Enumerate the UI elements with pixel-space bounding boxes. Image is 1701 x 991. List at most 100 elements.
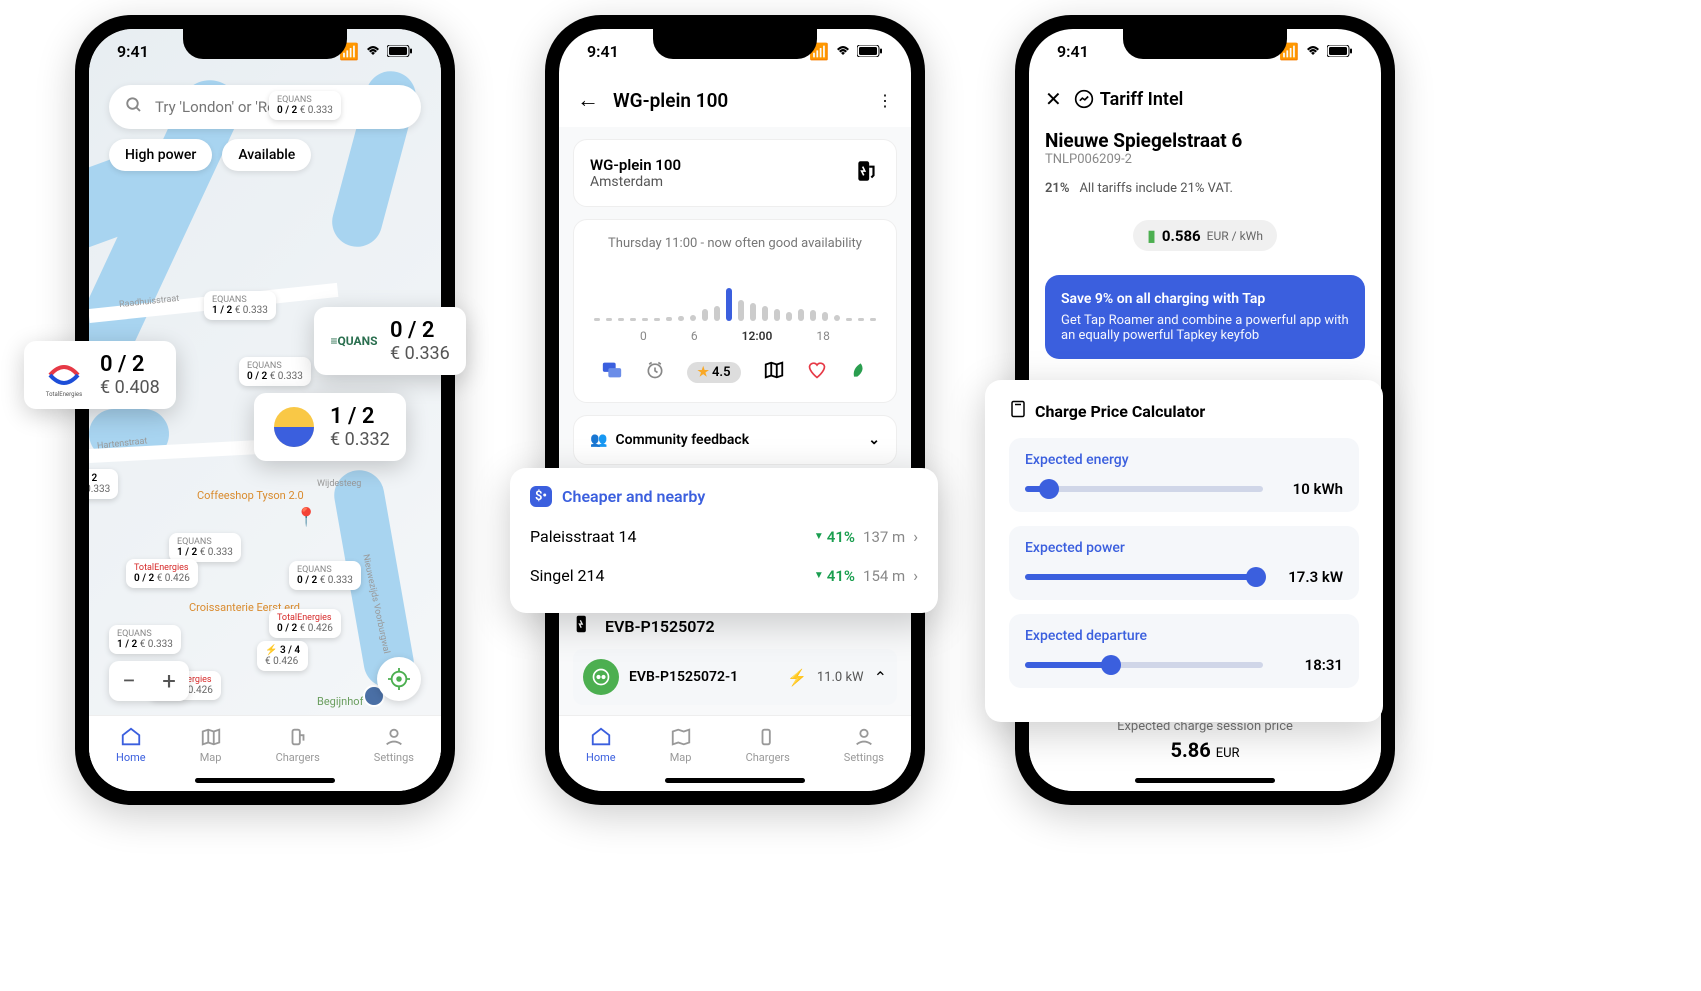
brand: Tariff Intel [1074,89,1184,110]
page-title: WG-plein 100 [613,89,863,112]
nav-map[interactable]: Map [670,726,692,764]
nav-chargers[interactable]: Chargers [276,726,320,764]
notch [653,29,817,59]
popout-text: 0 / 2€ 0.336 [390,318,450,364]
charger-icon [854,158,880,188]
search-icon [125,96,143,118]
calculator-icon [1009,400,1027,422]
evse-item[interactable]: EVB-P1525072-1 ⚡ 11.0 kW ⌃ [573,649,897,705]
nav-settings[interactable]: Settings [844,726,884,764]
calc-slider-row: 10 kWh [1025,480,1343,498]
calc-departure-group: Expected departure 18:31 [1009,614,1359,688]
notch [1123,29,1287,59]
calc-slider-row: 17.3 kW [1025,568,1343,586]
wifi-icon [365,42,381,61]
map-marker[interactable]: EQUANS1 / 2 € 0.333 [169,533,241,562]
svg-text:TotalEnergies: TotalEnergies [46,391,82,398]
menu-button[interactable]: ⋮ [877,91,893,110]
map-marker[interactable]: 0 / 2€ 0.333 [89,469,118,499]
filter-high-power[interactable]: High power [109,139,212,171]
chevron-down-icon: ⌄ [868,432,880,448]
home-indicator [1135,778,1275,783]
road-label-wijdesteeg: Wijdesteeg [317,479,361,489]
map-icon[interactable] [763,359,785,386]
totalenergies-logo: TotalEnergies [40,351,88,399]
power-slider[interactable] [1025,574,1263,580]
nav-map[interactable]: Map [200,726,222,764]
map-marker[interactable]: EQUANS1 / 2 € 0.333 [204,291,276,320]
charger-icon [573,613,595,639]
battery-icon [1327,42,1353,61]
cheaper-title: $• Cheaper and nearby [530,486,918,507]
vat-row: 21% All tariffs include 21% VAT. [1045,181,1365,196]
back-button[interactable]: ← [577,87,599,113]
nav-chargers[interactable]: Chargers [746,726,790,764]
cheaper-row[interactable]: Paleisstraat 14 ▼41% 137 m › [530,517,918,556]
equans-logo: ≡QUANS [330,317,378,365]
provider-logo [270,403,318,451]
status-time: 9:41 [1057,42,1089,61]
chevron-right-icon: › [913,566,918,585]
price-tag-icon: $• [530,486,552,507]
community-feedback-card[interactable]: 👥 Community feedback ⌄ [573,415,897,465]
tariff-header: ✕ Tariff Intel [1045,73,1365,125]
departure-slider[interactable] [1025,662,1263,668]
status-time: 9:41 [117,42,149,61]
availability-card: Thursday 11:00 - now often good availabi… [573,219,897,403]
tariff-location: Nieuwe Spiegelstraat 6 [1045,129,1365,152]
home-indicator [665,778,805,783]
map-marker[interactable]: EQUANS0 / 2 € 0.333 [239,357,311,386]
evse-status-badge [583,659,619,695]
chart-labels: 0612:0018 [590,329,880,343]
heart-icon[interactable] [807,360,827,385]
location-card[interactable]: WG-plein 100 Amsterdam [573,139,897,207]
promo-card[interactable]: Save 9% on all charging with Tap Get Tap… [1045,275,1365,359]
bolt-icon: ⚡ [787,668,807,687]
cheaper-row[interactable]: Singel 214 ▼41% 154 m › [530,556,918,595]
nav-home[interactable]: Home [586,726,616,764]
battery-icon [387,42,413,61]
nav-settings[interactable]: Settings [374,726,414,764]
rating-pill[interactable]: ★4.5 [687,362,740,383]
session-price: Expected charge session price 5.86 EUR [1045,719,1365,762]
action-row: ★4.5 [590,359,880,386]
map-marker[interactable]: ⚡ 3 / 4€ 0.426 [257,641,308,671]
leaf-icon[interactable] [849,360,869,385]
availability-chart [590,261,880,321]
close-button[interactable]: ✕ [1045,87,1062,111]
status-time: 9:41 [587,42,619,61]
map-marker[interactable]: EQUANS0 / 2 € 0.333 [289,561,361,590]
people-icon: 👥 [590,432,607,448]
chevron-right-icon: › [913,527,918,546]
zoom-out-button[interactable]: − [109,661,149,701]
marker-popout-equans[interactable]: ≡QUANS 0 / 2€ 0.336 [314,307,466,375]
evse-group-header: EVB-P1525072 [573,613,897,639]
chevron-up-icon: ⌃ [874,668,887,687]
map-marker[interactable]: EQUANS1 / 2 € 0.333 [109,625,181,654]
nav-home[interactable]: Home [116,726,146,764]
calc-power-group: Expected power 17.3 kW [1009,526,1359,600]
locate-button[interactable] [377,657,421,701]
detail-content: ← WG-plein 100 ⋮ WG-plein 100 Amsterdam … [559,73,911,715]
calc-slider-row: 18:31 [1025,656,1343,674]
map-marker[interactable]: TotalEnergies0 / 2 € 0.426 [126,559,198,588]
star-icon: ★ [697,365,709,380]
home-indicator [195,778,335,783]
chart-caption: Thursday 11:00 - now often good availabi… [590,236,880,251]
detail-header: ← WG-plein 100 ⋮ [559,73,911,127]
energy-slider[interactable] [1025,486,1263,492]
battery-icon: ▮ [1147,226,1156,245]
marker-popout-te[interactable]: TotalEnergies 0 / 2€ 0.408 [24,341,176,409]
marker-popout-main[interactable]: 1 / 2€ 0.332 [254,393,406,461]
search-bar[interactable] [109,85,421,129]
filter-available[interactable]: Available [222,139,311,171]
popout-text: 1 / 2€ 0.332 [330,404,390,450]
chat-icon[interactable] [601,359,623,386]
screen: 9:41 📶 ← WG-plein 100 ⋮ WG-plein 100 Ams… [559,29,911,791]
clock-icon[interactable] [645,360,665,385]
location-text: WG-plein 100 Amsterdam [590,156,681,190]
zoom-controls: − + [109,661,189,701]
map-marker[interactable]: EQUANS0 / 2 € 0.333 [269,91,341,120]
map-marker[interactable]: TotalEnergies0 / 2 € 0.426 [269,609,341,638]
zoom-in-button[interactable]: + [149,661,189,701]
